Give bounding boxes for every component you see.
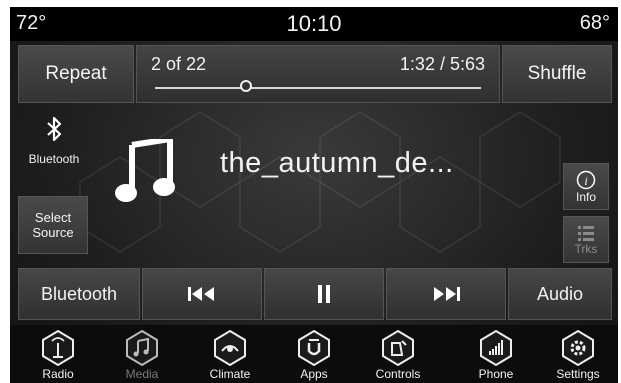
media-icon: [126, 329, 158, 367]
bluetooth-source-label: Bluetooth: [28, 152, 80, 166]
nav-climate-label: Climate: [209, 367, 251, 381]
climate-icon: [214, 329, 246, 367]
status-bar: 72° 10:10 68°: [10, 7, 618, 41]
progress-knob[interactable]: [240, 80, 253, 92]
nav-phone[interactable]: Phone: [466, 327, 526, 383]
settings-icon: [562, 329, 594, 367]
nav-controls[interactable]: Controls: [368, 327, 428, 383]
bluetooth-source-indicator: Bluetooth: [18, 115, 90, 175]
nav-media[interactable]: Media: [112, 327, 172, 383]
radio-icon: [42, 329, 74, 367]
info-button[interactable]: i Info: [563, 163, 609, 210]
nav-radio[interactable]: Radio: [28, 327, 88, 383]
pause-icon: [318, 285, 330, 303]
phone-icon: [480, 329, 512, 367]
bluetooth-icon: [47, 116, 62, 142]
svg-text:i: i: [584, 174, 587, 188]
track-list-icon: [578, 225, 594, 241]
bottom-navigation: Radio Media Climate Apps Controls Phone …: [10, 325, 618, 383]
media-screen: 72° 10:10 68° Repeat 2 of 22 1:32 / 5:63…: [10, 7, 618, 383]
repeat-button[interactable]: Repeat: [18, 45, 134, 103]
song-title: the_autumn_de...: [220, 147, 454, 179]
passenger-temperature[interactable]: 68°: [580, 12, 610, 35]
previous-track-button[interactable]: [142, 268, 262, 320]
skip-next-icon: [434, 287, 460, 301]
info-label: Info: [575, 189, 596, 204]
nav-apps[interactable]: Apps: [284, 327, 344, 383]
nav-media-label: Media: [125, 367, 159, 381]
clock: 10:10: [286, 11, 342, 36]
tracks-button[interactable]: Trks: [563, 216, 609, 263]
progress-panel: 2 of 22 1:32 / 5:63: [136, 45, 500, 103]
shuffle-button[interactable]: Shuffle: [502, 45, 612, 103]
select-source-button[interactable]: Select Source: [18, 196, 88, 254]
info-icon: i: [576, 170, 596, 189]
audio-button[interactable]: Audio: [508, 268, 612, 320]
nav-radio-label: Radio: [42, 367, 74, 381]
nav-controls-label: Controls: [375, 367, 421, 381]
nav-settings[interactable]: Settings: [548, 327, 608, 383]
pause-button[interactable]: [264, 268, 384, 320]
controls-icon: [382, 329, 414, 367]
trks-label: Trks: [574, 241, 598, 256]
bluetooth-button[interactable]: Bluetooth: [18, 268, 140, 320]
music-note-icon: [115, 139, 175, 202]
progress-track[interactable]: [155, 87, 481, 89]
nav-climate[interactable]: Climate: [200, 327, 260, 383]
skip-previous-icon: [188, 287, 214, 301]
nav-settings-label: Settings: [556, 367, 600, 381]
select-source-label: Select Source: [32, 210, 74, 240]
nav-apps-label: Apps: [300, 367, 328, 381]
track-count: 2 of 22: [151, 54, 207, 74]
apps-icon: [298, 329, 330, 367]
next-track-button[interactable]: [386, 268, 506, 320]
nav-phone-label: Phone: [478, 367, 514, 381]
transport-bar: Bluetooth Audio: [18, 268, 612, 320]
track-time: 1:32 / 5:63: [399, 54, 485, 74]
